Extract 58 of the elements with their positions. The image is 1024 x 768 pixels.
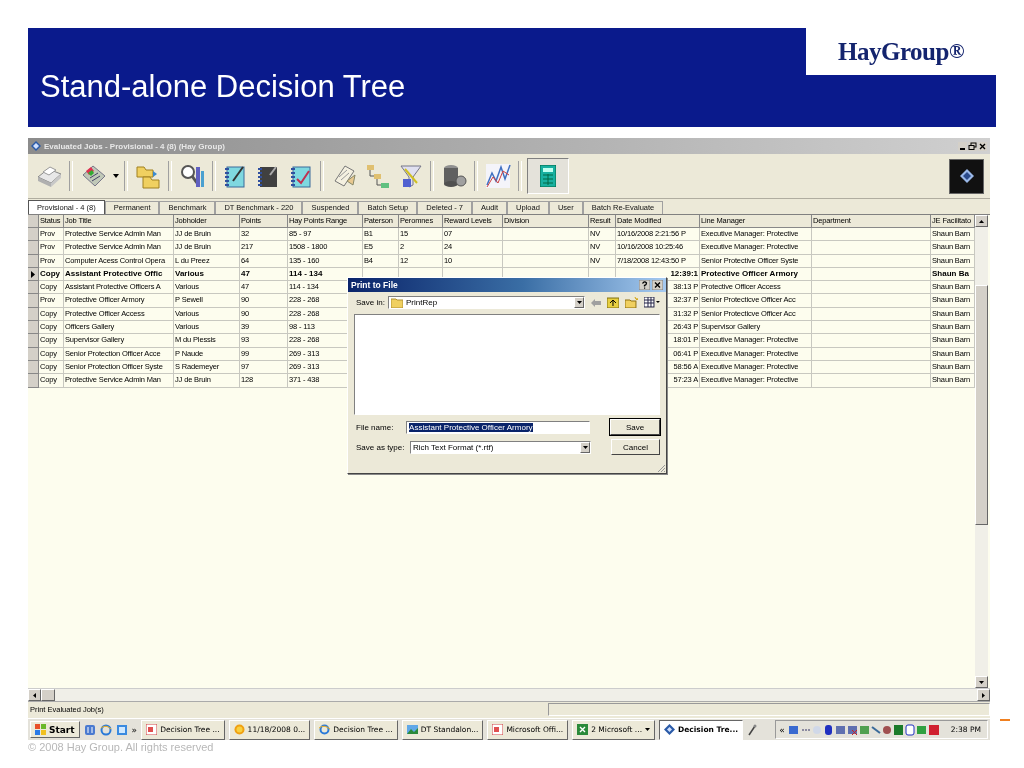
save-in-dropdown[interactable]: PrintRep — [388, 296, 586, 309]
scroll-left-button[interactable] — [28, 689, 41, 701]
desktop-icon[interactable] — [115, 723, 128, 736]
save-button[interactable]: Save — [610, 419, 660, 435]
calculator-button[interactable] — [527, 158, 569, 194]
vertical-scrollbar[interactable] — [975, 215, 988, 688]
help-icon[interactable] — [639, 280, 650, 290]
start-button[interactable]: Start — [30, 721, 80, 738]
folder-icon — [391, 297, 403, 308]
up-arrow-icon — [979, 219, 984, 223]
presentation-icon — [492, 724, 504, 735]
chevron[interactable]: « — [779, 724, 785, 735]
horizontal-scrollbar[interactable] — [28, 688, 990, 701]
slide-title: Stand-alone Decision Tree — [39, 69, 406, 106]
file-type-dropdown[interactable]: Rich Text Format (*.rtf) — [410, 440, 592, 454]
windows-flag-icon — [35, 724, 46, 735]
scroll-down-button[interactable] — [975, 676, 988, 688]
right-arrow-icon — [982, 692, 985, 698]
left-arrow-icon — [33, 692, 36, 698]
close-icon[interactable] — [652, 280, 663, 290]
pen-icon[interactable] — [747, 723, 758, 736]
view-menu-icon[interactable] — [644, 297, 660, 308]
restore-icon[interactable] — [968, 141, 977, 151]
presentation-icon — [146, 724, 158, 735]
chevron[interactable]: » — [131, 724, 138, 735]
down-arrow-icon — [979, 680, 984, 684]
caret-icon — [582, 445, 588, 449]
diamond-icon — [31, 141, 41, 151]
folder-up-icon[interactable] — [607, 297, 620, 308]
scroll-up-button[interactable] — [975, 215, 988, 227]
browser-icon — [319, 724, 331, 735]
spreadsheet-icon — [577, 724, 589, 735]
cancel-button[interactable]: Cancel — [611, 439, 660, 455]
diamond-icon — [958, 168, 975, 184]
tray-icons-drawing[interactable] — [788, 723, 939, 736]
resize-grip-icon[interactable] — [657, 464, 665, 472]
new-folder-icon[interactable] — [625, 297, 639, 308]
file-type-label: Save as type: — [356, 442, 404, 452]
scroll-thumb[interactable] — [975, 285, 988, 525]
close-icon[interactable] — [978, 141, 987, 151]
scroll-right-button[interactable] — [977, 689, 990, 701]
caret-icon — [576, 301, 582, 304]
calculator-icon — [540, 165, 556, 187]
diamond-icon — [664, 724, 676, 735]
file-name-field[interactable]: Assistant Protective Officer Armory — [406, 420, 591, 434]
app-logo-button[interactable] — [949, 158, 984, 194]
browser-icon[interactable] — [99, 723, 112, 736]
line-chart-icon[interactable] — [483, 161, 513, 191]
media-player-icon[interactable] — [83, 723, 96, 736]
sun-icon — [233, 724, 245, 735]
window-title: Evaluated Jobs - Provisional - 4 (8) (Hay Group) — [44, 141, 225, 151]
caret-icon[interactable] — [113, 174, 119, 178]
landscape-icon — [406, 724, 418, 735]
caret-icon — [645, 728, 651, 731]
copyright: © 2008 Hay Group. All rights reserved — [28, 741, 215, 753]
file-name-label: File name: — [356, 422, 395, 432]
current-row-icon — [31, 270, 35, 278]
scroll-thumb[interactable] — [41, 689, 55, 701]
